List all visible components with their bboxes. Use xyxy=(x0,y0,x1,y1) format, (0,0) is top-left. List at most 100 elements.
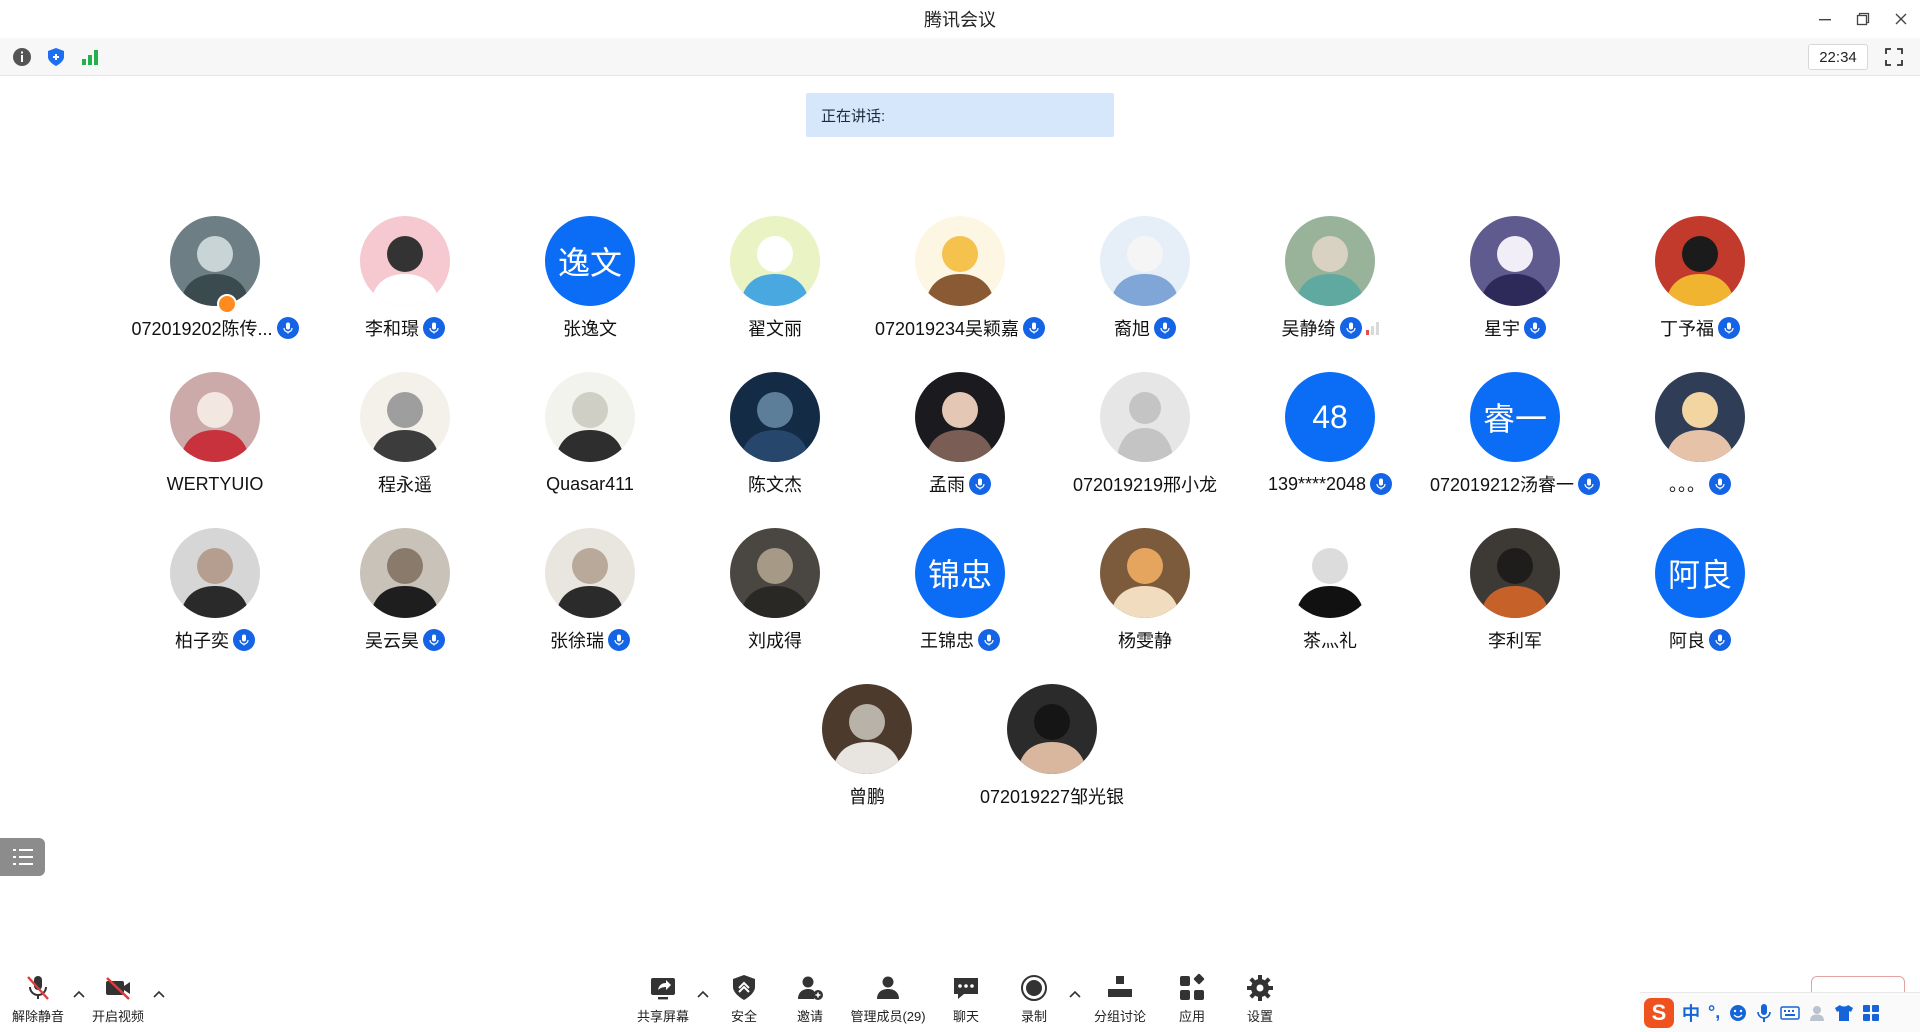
mic-icon xyxy=(975,478,985,490)
apps-button[interactable]: 应用 xyxy=(1172,972,1212,1028)
participant-name-row: 柏子奕 xyxy=(120,628,310,652)
sketch-character-icon xyxy=(360,372,450,462)
participant-tile[interactable]: WERTYUIO xyxy=(120,372,310,512)
minimize-icon xyxy=(1819,19,1831,21)
mic-status-badge xyxy=(1524,317,1546,339)
participant-name-row: WERTYUIO xyxy=(120,472,310,496)
participant-tile[interactable]: 072019234吴颖嘉 xyxy=(865,216,1055,356)
participant-tile[interactable]: 柏子奕 xyxy=(120,528,310,668)
participant-tile[interactable]: 睿一 072019212汤睿一 xyxy=(1420,372,1610,512)
ime-skin-button[interactable] xyxy=(1834,1000,1854,1026)
unmute-label: 解除静音 xyxy=(11,1009,64,1024)
participant-tile[interactable]: 星宇 xyxy=(1420,216,1610,356)
meeting-info-button[interactable] xyxy=(12,47,32,67)
security-button[interactable]: 安全 xyxy=(724,972,764,1028)
participant-tile[interactable]: 48 139****2048 xyxy=(1235,372,1425,512)
participant-name-row: Quasar411 xyxy=(495,472,685,496)
participant-name-row: 072019234吴颖嘉 xyxy=(865,316,1055,340)
avatar xyxy=(545,372,635,462)
ime-voice-button[interactable] xyxy=(1756,1000,1772,1026)
participant-tile[interactable]: 孟雨 xyxy=(865,372,1055,512)
breakout-rooms-button[interactable]: 分组讨论 xyxy=(1090,972,1150,1028)
participant-tile[interactable]: 阿良 阿良 xyxy=(1605,528,1795,668)
mic-icon xyxy=(1724,322,1734,334)
participant-tile[interactable]: 刘成得 xyxy=(680,528,870,668)
participant-tile[interactable]: Quasar411 xyxy=(495,372,685,512)
participant-name-row: 翟文丽 xyxy=(680,316,870,340)
participant-tile[interactable]: 曾鹏 xyxy=(772,684,962,824)
participant-tile[interactable]: 072019219邢小龙 xyxy=(1050,372,1240,512)
unmute-button[interactable]: 解除静音 xyxy=(10,972,66,1028)
manage-members-button[interactable]: 管理成员(29) xyxy=(846,972,930,1028)
participant-name: 裔旭 xyxy=(1114,319,1150,339)
avatar xyxy=(730,528,820,618)
participant-tile[interactable]: 杨雯静 xyxy=(1050,528,1240,668)
participant-tile[interactable]: 李利军 xyxy=(1420,528,1610,668)
settings-button[interactable]: 设置 xyxy=(1240,972,1280,1028)
participant-tile[interactable]: 锦忠 王锦忠 xyxy=(865,528,1055,668)
mic-icon xyxy=(1715,478,1725,490)
mic-status-badge xyxy=(1718,317,1740,339)
participant-tile[interactable]: 072019227邹光银 xyxy=(957,684,1147,824)
participant-name-row: 刘成得 xyxy=(680,628,870,652)
ime-language-toggle[interactable]: 中 xyxy=(1682,1000,1700,1026)
participant-name-row: 陈文杰 xyxy=(680,472,870,496)
ime-user-button[interactable] xyxy=(1808,1000,1826,1026)
ime-emoji-button[interactable] xyxy=(1728,1000,1748,1026)
record-icon xyxy=(1021,975,1047,1001)
participant-name-row: 072019202陈传... xyxy=(120,316,310,340)
avatar xyxy=(170,216,260,306)
participant-tile[interactable]: 张徐瑞 xyxy=(495,528,685,668)
avatar xyxy=(1655,216,1745,306)
invite-button[interactable]: 邀请 xyxy=(790,972,830,1028)
network-quality-button[interactable] xyxy=(80,47,100,67)
ime-logo-button[interactable]: S xyxy=(1644,997,1674,1028)
city-skyline-icon xyxy=(170,216,260,306)
share-options-caret-icon[interactable] xyxy=(696,988,710,1002)
ime-toolbox-button[interactable] xyxy=(1862,1000,1880,1026)
share-screen-button[interactable]: 共享屏幕 xyxy=(634,972,692,1028)
participant-tile[interactable]: 程永遥 xyxy=(310,372,500,512)
mic-icon xyxy=(239,634,249,646)
participant-tile[interactable]: 072019202陈传... xyxy=(120,216,310,356)
participant-name-row: 丁予福 xyxy=(1605,316,1795,340)
participant-name-row: 孟雨 xyxy=(865,472,1055,496)
mic-status-badge xyxy=(978,629,1000,651)
mic-status-badge xyxy=(608,629,630,651)
close-button[interactable] xyxy=(1882,0,1920,38)
participant-tile[interactable]: 裔旭 xyxy=(1050,216,1240,356)
participant-name-row: 吴云昊 xyxy=(310,628,500,652)
keyboard-icon xyxy=(1780,1005,1800,1020)
participant-tile[interactable]: 陈文杰 xyxy=(680,372,870,512)
record-button[interactable]: 录制 xyxy=(1014,972,1054,1028)
video-options-caret-icon[interactable] xyxy=(152,988,166,1002)
avatar xyxy=(1470,528,1560,618)
audio-options-caret-icon[interactable] xyxy=(72,988,86,1002)
participant-tile[interactable]: 翟文丽 xyxy=(680,216,870,356)
participant-name: Quasar411 xyxy=(546,473,634,494)
participant-tile[interactable]: 逸文 张逸文 xyxy=(495,216,685,356)
record-label: 录制 xyxy=(1020,1009,1047,1024)
record-options-caret-icon[interactable] xyxy=(1068,988,1082,1002)
participant-tile[interactable]: 丁予福 xyxy=(1605,216,1795,356)
participant-tile[interactable]: 李和璟 xyxy=(310,216,500,356)
start-video-button[interactable]: 开启视频 xyxy=(88,972,148,1028)
participant-tile[interactable]: 吴云昊 xyxy=(310,528,500,668)
chat-button[interactable]: 聊天 xyxy=(946,972,986,1028)
avatar xyxy=(915,216,1005,306)
ime-punctuation-toggle[interactable]: °, xyxy=(1708,1000,1720,1026)
ime-keyboard-button[interactable] xyxy=(1780,1000,1800,1026)
mic-muted-icon xyxy=(27,976,49,1000)
fullscreen-button[interactable] xyxy=(1884,47,1904,67)
participant-tile[interactable]: 。。。 xyxy=(1605,372,1795,512)
harry-potter-cartoon-icon xyxy=(1655,216,1745,306)
participant-tile[interactable]: 茶灬礼 xyxy=(1235,528,1425,668)
security-shield-button[interactable] xyxy=(46,47,66,67)
mic-icon xyxy=(984,634,994,646)
participant-list-toggle[interactable] xyxy=(0,838,45,876)
participant-tile[interactable]: 吴静绮 xyxy=(1235,216,1425,356)
restore-button[interactable] xyxy=(1844,0,1882,38)
participant-name-row: 阿良 xyxy=(1605,628,1795,652)
speaking-label: 正在讲话: xyxy=(821,107,886,125)
minimize-button[interactable] xyxy=(1806,0,1844,38)
